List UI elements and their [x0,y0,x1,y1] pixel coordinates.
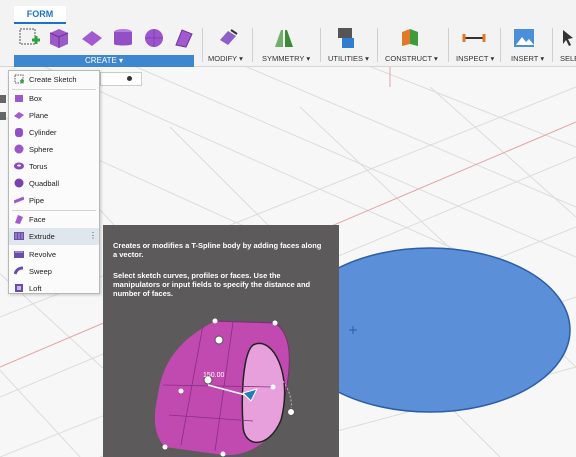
menu-item-extrude[interactable]: Extrude ⋮ [9,228,99,245]
side-marker [0,95,6,103]
toolbar-divider [552,28,553,62]
sphere-icon[interactable] [142,26,166,50]
sphere-icon [14,144,24,154]
quadball-icon [14,178,24,188]
create-menu-button[interactable]: CREATE ▾ [14,55,194,67]
inspect-menu-button[interactable]: INSPECT ▾ [456,54,494,63]
modify-menu-button[interactable]: MODIFY ▾ [208,54,243,63]
extrude-tooltip: Creates or modifies a T-Spline body by a… [103,225,339,457]
toolbar-divider [320,28,321,62]
create-sketch-icon[interactable] [18,26,40,50]
menu-item-label: Quadball [29,179,60,188]
sweep-icon [14,266,24,275]
toolbar-divider [252,28,253,62]
symmetry-menu-button[interactable]: SYMMETRY ▾ [262,54,310,63]
cylinder-icon [15,128,23,137]
menu-item-label: Torus [29,162,48,171]
create-dropdown-menu: Create Sketch Box Plane Cylinder Sphere … [8,70,100,294]
insert-image-icon[interactable] [512,26,536,50]
revolve-icon [14,251,24,258]
side-marker [0,112,6,120]
menu-item-sweep[interactable]: Sweep [9,263,99,280]
plane-icon [14,112,24,119]
menu-item-label: Create Sketch [29,75,77,84]
face-icon[interactable] [172,26,196,50]
menu-item-face[interactable]: Face [9,211,99,228]
face-icon [15,215,23,224]
menu-item-label: Face [29,215,46,224]
menu-item-label: Pipe [29,196,45,205]
insert-menu-button[interactable]: INSERT ▾ [511,54,544,63]
menu-item-box[interactable]: Box [9,90,99,107]
cylinder-icon[interactable] [111,26,135,50]
menu-item-pipe[interactable]: Pipe [9,192,99,209]
utilities-icon[interactable] [334,26,358,50]
toolbar-divider [448,28,449,62]
dimension-value: 150.00 [203,372,225,379]
pipe-icon [14,196,24,204]
create-sketch-icon [14,74,24,84]
menu-item-label: Revolve [29,250,57,259]
inspect-icon[interactable] [462,26,486,50]
menu-item-label: Plane [29,111,49,120]
torus-icon [14,162,24,170]
menu-item-revolve[interactable]: Revolve [9,246,99,263]
dot-icon [127,76,132,81]
extrude-illustration: 150.00 [154,318,295,457]
menu-item-label: Sphere [29,145,54,154]
loft-icon [15,284,23,292]
browser-tab[interactable] [100,72,142,86]
toolbar-divider [377,28,378,62]
box-icon [15,95,23,102]
menu-item-loft[interactable]: Loft [9,280,99,297]
menu-item-label: Box [29,94,42,103]
menu-item-torus[interactable]: Torus [9,158,99,175]
construct-menu-button[interactable]: CONSTRUCT ▾ [385,54,438,63]
menu-item-cylinder[interactable]: Cylinder [9,124,99,141]
menu-item-quadball[interactable]: Quadball [9,175,99,192]
menu-item-label: Cylinder [29,128,57,137]
box-icon[interactable] [47,26,71,50]
menu-item-sphere[interactable]: Sphere [9,141,99,158]
modify-icon[interactable] [217,26,241,50]
utilities-menu-button[interactable]: UTILITIES ▾ [328,54,369,63]
construct-icon[interactable] [398,26,422,50]
tab-form[interactable]: FORM [14,6,66,24]
toolbar-divider [500,28,501,62]
select-icon[interactable] [560,26,576,50]
toolbar-divider [202,28,203,62]
plane-icon[interactable] [80,26,104,50]
menu-item-label: Loft [29,284,42,293]
toolbar: FORM CREATE ▾ MODIFY ▾ SYMMETRY ▾ UTILIT… [0,0,576,67]
symmetry-icon[interactable] [272,26,296,50]
menu-item-label: Extrude [29,232,55,241]
select-menu-button[interactable]: SELE [560,54,576,63]
more-options-icon[interactable]: ⋮ [89,231,97,240]
menu-item-create-sketch[interactable]: Create Sketch [9,71,99,88]
menu-item-label: Sweep [29,267,52,276]
menu-item-plane[interactable]: Plane [9,107,99,124]
extrude-icon [14,232,24,240]
